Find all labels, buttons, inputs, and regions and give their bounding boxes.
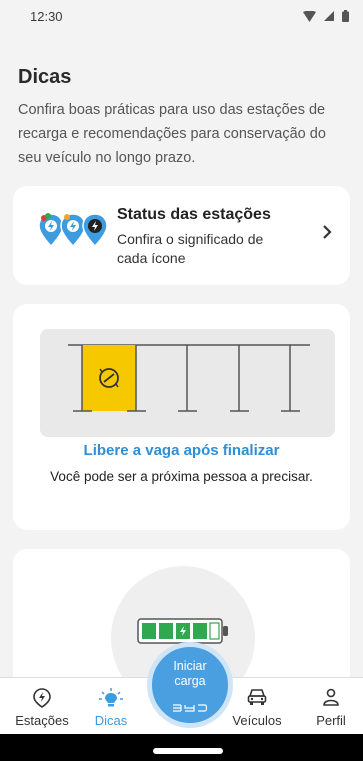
chevron-right-icon[interactable] bbox=[322, 224, 332, 240]
station-status-card[interactable]: Status das estações Confira o significad… bbox=[13, 186, 350, 285]
parking-spots-illustration bbox=[40, 329, 335, 437]
person-icon bbox=[323, 688, 339, 706]
battery-status-icon bbox=[342, 10, 349, 22]
page-title: Dicas bbox=[18, 66, 72, 88]
nav-item-dicas[interactable]: Dicas bbox=[76, 678, 146, 735]
home-gesture-handle[interactable] bbox=[153, 748, 223, 754]
system-nav-bar bbox=[0, 734, 363, 761]
station-pins-icon bbox=[38, 213, 108, 248]
nav-label-veiculos: Veículos bbox=[232, 713, 282, 728]
page-description: Confira boas práticas para uso das estaç… bbox=[18, 102, 326, 166]
nav-label-dicas: Dicas bbox=[94, 713, 128, 728]
status-time: 12:30 bbox=[30, 9, 63, 24]
nav-item-perfil[interactable]: Perfil bbox=[296, 678, 363, 735]
nav-label-estacoes: Estações bbox=[15, 713, 69, 728]
status-bar: 12:30 bbox=[0, 0, 363, 44]
status-card-subtitle: Confira o significado de cada ícone bbox=[117, 231, 264, 266]
status-icons bbox=[303, 10, 349, 22]
charging-pin-icon bbox=[33, 688, 51, 708]
free-spot-title: Libere a vaga após finalizar bbox=[83, 442, 280, 459]
nav-label-perfil: Perfil bbox=[316, 713, 346, 728]
signal-icon bbox=[324, 11, 334, 21]
battery-icon bbox=[137, 618, 228, 644]
car-icon bbox=[247, 689, 267, 705]
status-card-title: Status das estações bbox=[117, 206, 271, 223]
lightbulb-icon bbox=[99, 688, 123, 707]
start-charge-label: Iniciar carga bbox=[173, 659, 207, 688]
start-charge-button[interactable]: Iniciar carga bbox=[147, 642, 233, 728]
free-spot-card: Libere a vaga após finalizar Você pode s… bbox=[13, 304, 350, 530]
free-spot-subtitle: Você pode ser a próxima pessoa a precisa… bbox=[50, 469, 313, 484]
byd-logo bbox=[173, 704, 208, 712]
wifi-icon bbox=[303, 10, 316, 22]
nav-item-estacoes[interactable]: Estações bbox=[7, 678, 77, 735]
